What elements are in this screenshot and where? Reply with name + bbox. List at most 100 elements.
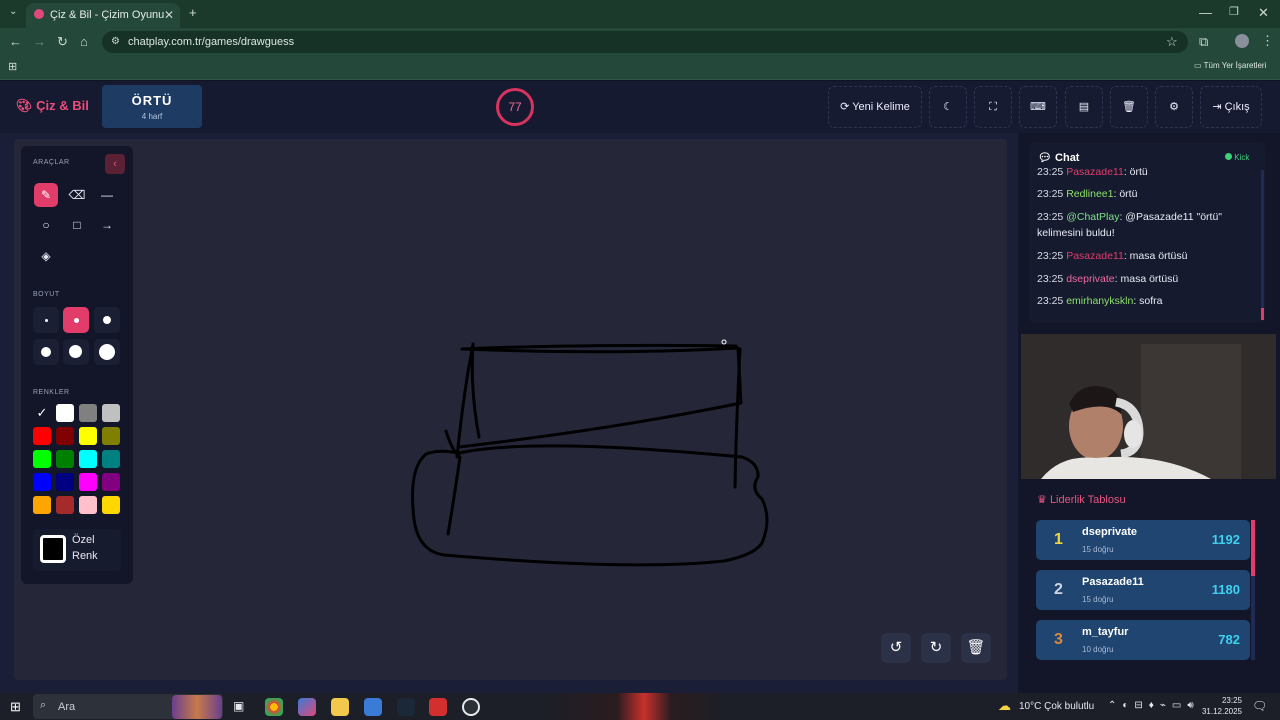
redo-button[interactable]: ↻ bbox=[921, 633, 951, 663]
leaderboard-row[interactable]: 3 m_tayfur 10 doğru 782 bbox=[1036, 620, 1250, 660]
fullscreen-button[interactable]: ⛶ bbox=[974, 86, 1012, 128]
message-user[interactable]: Pasazade11 bbox=[1066, 250, 1124, 262]
reload-icon[interactable]: ↻ bbox=[57, 34, 68, 50]
chat-messages[interactable]: 23:25 Pasazade11: örtü 23:25 Redlinee1: ö… bbox=[1037, 168, 1257, 320]
tab-list-icon[interactable]: ⌄ bbox=[9, 6, 17, 17]
system-tray-icons[interactable]: ⌃◐⊟♦⌁▭🔊︎ bbox=[1108, 700, 1200, 711]
weather-text[interactable]: 10°C Çok bulutlu bbox=[1019, 701, 1094, 712]
color-swatch[interactable] bbox=[102, 450, 120, 468]
size-option-5[interactable] bbox=[63, 339, 89, 365]
leaderboard-scroll-thumb[interactable] bbox=[1251, 520, 1255, 576]
all-bookmarks-label: Tüm Yer İşaretleri bbox=[1203, 61, 1267, 70]
browser-tab[interactable]: Çiz & Bil - Çizim Oyunu ✕ bbox=[26, 3, 180, 28]
color-swatch[interactable] bbox=[79, 496, 97, 514]
restore-icon[interactable]: ❐ bbox=[1229, 5, 1239, 18]
line-tool[interactable]: — bbox=[95, 183, 119, 207]
pen-tool[interactable]: ✎ bbox=[34, 183, 58, 207]
store-icon[interactable] bbox=[364, 698, 382, 716]
size-option-6[interactable] bbox=[94, 339, 120, 365]
message-user[interactable]: Pasazade11 bbox=[1066, 168, 1124, 178]
site-info-icon[interactable]: ⚙ bbox=[111, 36, 120, 47]
message-user[interactable]: @ChatPlay bbox=[1066, 211, 1119, 223]
color-swatch[interactable] bbox=[56, 496, 74, 514]
taskbar-clock[interactable]: 23:25 31.12.2025 bbox=[1196, 695, 1242, 717]
color-swatch[interactable] bbox=[79, 473, 97, 491]
task-view-icon[interactable]: ▣ bbox=[233, 699, 244, 713]
new-tab-icon[interactable]: + bbox=[189, 5, 197, 20]
eraser-tool[interactable]: ⌫ bbox=[65, 183, 89, 207]
keyboard-button[interactable]: ⌨ bbox=[1019, 86, 1057, 128]
home-icon[interactable]: ⌂ bbox=[80, 34, 88, 49]
steam-icon[interactable] bbox=[397, 698, 415, 716]
copilot-taskbar-icon[interactable] bbox=[298, 698, 316, 716]
delete-button[interactable]: 🗑︎ bbox=[1110, 86, 1148, 128]
close-tab-icon[interactable]: ✕ bbox=[164, 8, 174, 22]
profile-avatar[interactable] bbox=[1235, 34, 1249, 48]
color-swatch[interactable] bbox=[79, 450, 97, 468]
color-swatch[interactable] bbox=[102, 427, 120, 445]
exit-button[interactable]: ⇥ Çıkış bbox=[1200, 86, 1262, 128]
color-swatch[interactable] bbox=[79, 427, 97, 445]
archive-button[interactable]: ▤ bbox=[1065, 86, 1103, 128]
message-user[interactable]: Redlinee1 bbox=[1066, 188, 1113, 200]
back-icon[interactable]: ← bbox=[9, 34, 22, 49]
new-word-button[interactable]: ⟳ Yeni Kelime bbox=[828, 86, 922, 128]
dark-mode-button[interactable]: ☾ bbox=[929, 86, 967, 128]
square-icon: □ bbox=[73, 218, 81, 232]
palette-icon: 🎨︎ bbox=[16, 98, 33, 113]
color-swatch[interactable] bbox=[56, 427, 74, 445]
windows-start-icon[interactable]: ⊞ bbox=[10, 699, 21, 715]
color-swatch[interactable] bbox=[33, 473, 51, 491]
menu-icon[interactable]: ⋮ bbox=[1261, 33, 1274, 49]
leaderboard-row[interactable]: 1 dseprivate 15 doğru 1192 bbox=[1036, 520, 1250, 560]
bookmark-star-icon[interactable]: ☆ bbox=[1166, 34, 1178, 50]
window-close-icon[interactable]: ✕ bbox=[1258, 5, 1269, 21]
chrome-taskbar-icon[interactable] bbox=[265, 698, 283, 716]
game-taskbar-icon[interactable] bbox=[462, 698, 480, 716]
size-option-2[interactable] bbox=[63, 307, 89, 333]
chat-scroll-thumb[interactable] bbox=[1261, 308, 1264, 320]
leaderboard-row[interactable]: 2 Pasazade11 15 doğru 1180 bbox=[1036, 570, 1250, 610]
url-bar[interactable]: chatplay.com.tr/games/drawguess bbox=[102, 31, 1188, 53]
color-swatch[interactable] bbox=[79, 404, 97, 422]
logo-text: Çiz & Bil bbox=[36, 98, 89, 113]
apps-grid-icon[interactable]: ⊞ bbox=[8, 60, 17, 73]
notifications-icon[interactable]: 🗨︎ bbox=[1252, 699, 1267, 713]
color-swatch[interactable] bbox=[56, 450, 74, 468]
color-swatch[interactable] bbox=[56, 473, 74, 491]
size-option-4[interactable] bbox=[33, 339, 59, 365]
message-user[interactable]: dseprivate bbox=[1066, 273, 1114, 285]
collapse-panel-button[interactable]: ‹ bbox=[105, 154, 125, 174]
circle-tool[interactable]: ○ bbox=[34, 213, 58, 237]
chat-scrollbar[interactable] bbox=[1261, 170, 1264, 320]
forward-icon[interactable]: → bbox=[33, 34, 46, 49]
color-swatch[interactable] bbox=[33, 496, 51, 514]
size-option-3[interactable] bbox=[94, 307, 120, 333]
undo-button[interactable]: ↺ bbox=[881, 633, 911, 663]
size-option-1[interactable] bbox=[33, 307, 59, 333]
leaderboard-scrollbar[interactable] bbox=[1251, 520, 1255, 660]
minimize-icon[interactable]: — bbox=[1199, 5, 1212, 20]
message-user[interactable]: emirhanykskln bbox=[1066, 295, 1133, 307]
clear-canvas-button[interactable]: 🗑︎ bbox=[961, 633, 991, 663]
app-taskbar-icon[interactable] bbox=[429, 698, 447, 716]
settings-button[interactable]: ⚙ bbox=[1155, 86, 1193, 128]
color-swatch[interactable] bbox=[56, 404, 74, 422]
arrow-tool[interactable]: → bbox=[95, 213, 119, 237]
color-swatch[interactable] bbox=[102, 473, 120, 491]
folder-icon: ▭ bbox=[1194, 61, 1202, 70]
color-swatch[interactable] bbox=[33, 427, 51, 445]
color-swatch[interactable] bbox=[33, 450, 51, 468]
rectangle-tool[interactable]: □ bbox=[65, 213, 89, 237]
redo-icon: ↻ bbox=[929, 639, 943, 656]
file-explorer-icon[interactable] bbox=[331, 698, 349, 716]
extensions-icon[interactable]: ⧉ bbox=[1199, 34, 1208, 50]
app-logo[interactable]: 🎨︎ Çiz & Bil bbox=[16, 98, 89, 114]
drawing-canvas[interactable] bbox=[14, 139, 1007, 680]
custom-color-preview[interactable] bbox=[40, 535, 66, 563]
fill-tool[interactable]: ◈ bbox=[34, 244, 58, 268]
color-swatch[interactable] bbox=[102, 404, 120, 422]
color-swatch[interactable]: ✓ bbox=[33, 404, 51, 422]
all-bookmarks-link[interactable]: ▭ Tüm Yer İşaretleri bbox=[1194, 61, 1266, 70]
color-swatch[interactable] bbox=[102, 496, 120, 514]
